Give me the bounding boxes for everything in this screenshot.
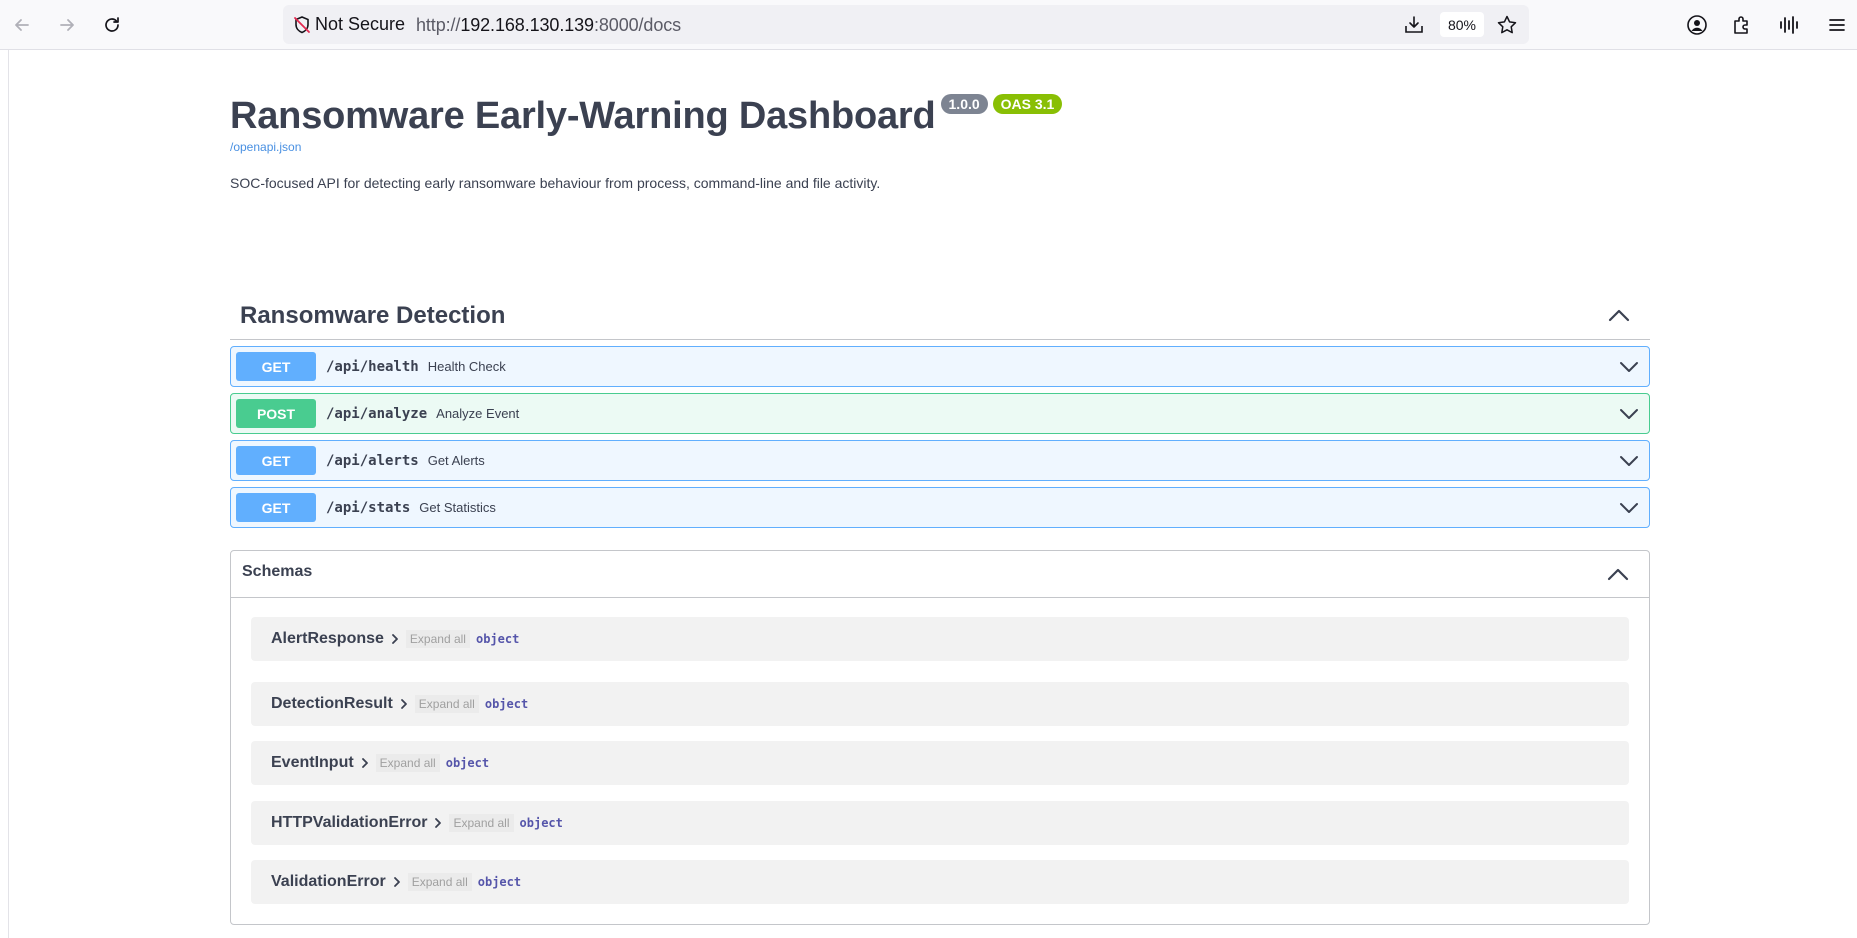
url-bar[interactable]: Not Secure http://192.168.130.139:8000/d… — [283, 5, 1529, 44]
url-prefix: http:// — [416, 15, 461, 35]
operation-get-health[interactable]: GET /api/health Health Check — [230, 346, 1650, 387]
operation-get-alerts[interactable]: GET /api/alerts Get Alerts — [230, 440, 1650, 481]
schemas-header[interactable]: Schemas — [231, 551, 1649, 598]
chevron-down-icon[interactable] — [1619, 454, 1639, 468]
expand-all-button[interactable]: Expand all — [414, 695, 479, 713]
operation-summary: Health Check — [427, 359, 506, 374]
extensions-button[interactable] — [1730, 13, 1754, 37]
schemas-section: Schemas AlertResponse Expand all object … — [230, 550, 1650, 925]
schemas-title: Schemas — [242, 563, 313, 580]
operation-path: /api/alerts — [326, 452, 419, 469]
shield-slash-icon[interactable] — [292, 15, 312, 35]
method-badge: POST — [236, 399, 316, 428]
schema-name[interactable]: DetectionResult — [271, 695, 393, 713]
menu-button[interactable] — [1825, 13, 1849, 37]
chevron-up-icon[interactable] — [1607, 567, 1629, 581]
back-icon — [15, 19, 29, 31]
schema-item[interactable]: ValidationError Expand all object — [251, 860, 1629, 904]
extensions-icon — [1734, 16, 1748, 34]
chevron-right-icon[interactable] — [432, 817, 444, 829]
browser-toolbar: Not Secure http://192.168.130.139:8000/d… — [0, 0, 1857, 50]
expand-all-button[interactable]: Expand all — [407, 873, 472, 891]
oas-badge: OAS 3.1 — [992, 94, 1063, 114]
chevron-right-icon[interactable] — [391, 876, 403, 888]
schema-type: object — [484, 697, 529, 711]
sidebar-icon — [1780, 16, 1798, 34]
tag-header[interactable]: Ransomware Detection — [230, 288, 1650, 340]
chevron-down-icon[interactable] — [1619, 501, 1639, 515]
reload-icon — [105, 17, 119, 32]
schema-item[interactable]: AlertResponse Expand all object — [251, 617, 1629, 661]
account-icon — [1687, 15, 1707, 35]
schema-name[interactable]: HTTPValidationError — [271, 814, 427, 832]
api-description: SOC-focused API for detecting early rans… — [230, 175, 881, 191]
operation-summary: Get Statistics — [419, 500, 496, 515]
back-button[interactable] — [7, 10, 37, 40]
url-rest: :8000/docs — [593, 15, 682, 35]
operation-get-stats[interactable]: GET /api/stats Get Statistics — [230, 487, 1650, 528]
zoom-level-button[interactable]: 80% — [1440, 12, 1484, 37]
version-badge: 1.0.0 — [940, 94, 988, 114]
operation-path: /api/analyze — [326, 405, 428, 422]
star-icon[interactable] — [1496, 14, 1518, 36]
operation-path: /api/stats — [326, 499, 411, 516]
method-badge: GET — [236, 352, 316, 381]
openapi-json-link[interactable]: /openapi.json — [230, 140, 301, 154]
schema-type: object — [445, 756, 490, 770]
schema-type: object — [475, 632, 520, 646]
account-button[interactable] — [1685, 13, 1709, 37]
operation-summary: Get Alerts — [427, 453, 485, 468]
schema-name[interactable]: AlertResponse — [271, 630, 384, 648]
schema-item[interactable]: EventInput Expand all object — [251, 741, 1629, 785]
schema-type: object — [519, 816, 563, 830]
not-secure-label[interactable]: Not Secure — [315, 14, 405, 35]
swagger-page: Ransomware Early-Warning Dashboard 1.0.0… — [8, 50, 1857, 938]
chevron-down-icon[interactable] — [1619, 407, 1639, 421]
expand-all-button[interactable]: Expand all — [405, 630, 470, 648]
chevron-up-icon[interactable] — [1608, 308, 1630, 322]
chevron-right-icon[interactable] — [389, 633, 401, 645]
url-host: 192.168.130.139 — [460, 15, 594, 35]
tag-title: Ransomware Detection — [240, 302, 506, 329]
page-title: Ransomware Early-Warning Dashboard — [230, 95, 936, 137]
reload-button[interactable] — [97, 10, 127, 40]
schema-item[interactable]: HTTPValidationError Expand all object — [251, 801, 1629, 845]
operation-post-analyze[interactable]: POST /api/analyze Analyze Event — [230, 393, 1650, 434]
schema-name[interactable]: ValidationError — [271, 873, 386, 891]
method-badge: GET — [236, 446, 316, 475]
sidebar-button[interactable] — [1777, 13, 1801, 37]
chevron-right-icon[interactable] — [359, 757, 371, 769]
api-info-header: Ransomware Early-Warning Dashboard 1.0.0… — [230, 90, 1063, 142]
forward-button[interactable] — [52, 10, 82, 40]
chevron-right-icon[interactable] — [398, 698, 410, 710]
operation-summary: Analyze Event — [436, 406, 520, 421]
expand-all-button[interactable]: Expand all — [449, 814, 514, 832]
expand-all-button[interactable]: Expand all — [375, 754, 440, 772]
menu-icon — [1829, 19, 1845, 31]
operation-path: /api/health — [326, 358, 419, 375]
url-text[interactable]: http://192.168.130.139:8000/docs — [416, 15, 681, 36]
method-badge: GET — [236, 493, 316, 522]
chevron-down-icon[interactable] — [1619, 360, 1639, 374]
schema-name[interactable]: EventInput — [271, 754, 354, 772]
tag-section-ransomware-detection: Ransomware Detection GET /api/health Hea… — [230, 288, 1650, 528]
schema-item[interactable]: DetectionResult Expand all object — [251, 682, 1629, 726]
download-icon[interactable] — [1403, 14, 1425, 36]
schema-type: object — [477, 875, 522, 889]
forward-icon — [60, 19, 74, 31]
